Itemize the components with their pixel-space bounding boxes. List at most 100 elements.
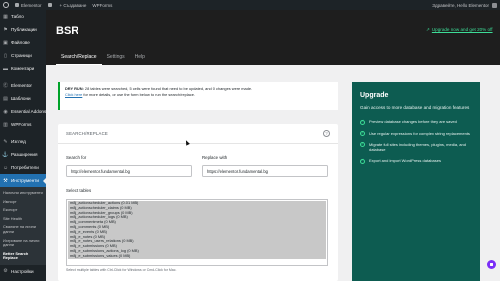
- sidebar-item[interactable]: ⚒ Инструменти: [0, 174, 46, 187]
- new-content-link[interactable]: + Създаване: [60, 3, 87, 8]
- table-option[interactable]: m8j_e_submissions_values (0 MB): [68, 253, 326, 259]
- sidebar-item[interactable]: ▯ Страници: [0, 49, 46, 62]
- sidebar-item[interactable]: ▥ WPForms: [0, 118, 46, 131]
- submenu-item[interactable]: Налични инструменти: [0, 189, 46, 198]
- tab-search-replace[interactable]: Search/Replace: [56, 50, 102, 65]
- submenu-item[interactable]: Сваляне на лични данни: [0, 223, 46, 236]
- feature-item: ✓ Use regular expressions for complex str…: [360, 131, 472, 136]
- sidebar-item[interactable]: ⚑ Публикации: [0, 23, 46, 36]
- notice-prefix: DRY RUN:: [65, 86, 84, 91]
- submenu-item[interactable]: Better Search Replace: [0, 250, 46, 263]
- account-greeting[interactable]: Здравейте, Hello Elementor: [432, 3, 489, 8]
- sidebar-item-label: Инструменти: [11, 178, 39, 183]
- avatar[interactable]: [492, 2, 497, 8]
- site-name-link[interactable]: Elementor: [15, 3, 42, 8]
- check-circle-icon: ✓: [360, 130, 365, 136]
- check-circle-icon: ✓: [360, 142, 365, 148]
- sidebar-item[interactable]: ▣ Файлове: [0, 36, 46, 49]
- wordpress-logo-icon[interactable]: [3, 2, 9, 8]
- plugin-tabs: Search/Replace Settings Help: [46, 50, 500, 65]
- folder-icon: ▤: [3, 95, 8, 102]
- sidebar-item-label: Публикации: [11, 27, 37, 32]
- chat-widget-button[interactable]: [487, 260, 496, 269]
- elementor-icon: Ⓔ: [3, 83, 9, 89]
- panel-title: SEARCH/REPLACE: [66, 131, 108, 136]
- help-icon[interactable]: ?: [323, 130, 330, 137]
- sidebar-item-label: Шаблони: [11, 96, 31, 101]
- sidebar-item[interactable]: ▦ Табло: [0, 10, 46, 23]
- select-tables-label: Select tables: [66, 188, 92, 193]
- chat-icon: [490, 263, 493, 266]
- upgrade-title: Upgrade: [360, 92, 389, 99]
- forms-icon: ▥: [3, 121, 8, 128]
- users-icon: ☺: [2, 164, 9, 171]
- sidebar-item[interactable]: ▬ Коментари: [0, 62, 46, 75]
- svg-text:BSR: BSR: [56, 25, 78, 36]
- sidebar-item-label: Разширения: [11, 152, 38, 157]
- sidebar-item[interactable]: ▤ Шаблони: [0, 92, 46, 105]
- upgrade-card: Upgrade Gain access to more database and…: [352, 82, 480, 281]
- search-for-label: Search for: [66, 155, 87, 160]
- feature-item: ✓ Migrate full sites including themes, pl…: [360, 142, 472, 152]
- replace-input[interactable]: https://elementor.fundamental.bg: [202, 165, 328, 177]
- upgrade-link[interactable]: Upgrade now and get 20% off: [426, 27, 493, 33]
- check-circle-icon: ✓: [360, 158, 365, 164]
- search-replace-panel: SEARCH/REPLACE ? Search for http://eleme…: [58, 124, 338, 281]
- sidebar-item-label: Elementor: [11, 83, 32, 88]
- feature-item: ✓ Export and import WordPress databases: [360, 158, 472, 164]
- tables-select[interactable]: m8j_actionscheduler_actions (0.01 MB) m8j…: [66, 199, 328, 266]
- tables-hint: Select multiple tables with Ctrl-Click f…: [66, 268, 177, 272]
- plugin-header: BSR Upgrade now and get 20% off: [46, 10, 500, 50]
- comment-bubble-icon: [47, 3, 52, 7]
- pin-icon: ⚑: [3, 26, 8, 33]
- settings-icon: ⚙: [3, 268, 8, 275]
- sidebar-item[interactable]: ⚙ Настройки: [0, 265, 46, 278]
- sidebar-item-label: Изглед: [11, 139, 26, 144]
- page-icon: ▯: [4, 52, 7, 59]
- tools-submenu: Налични инструменти Импорт Експорт Site Hea…: [0, 187, 46, 265]
- check-circle-icon: ✓: [360, 119, 365, 125]
- sidebar-item-label: Потребители: [11, 165, 39, 170]
- bsr-logo: BSR: [56, 25, 78, 36]
- feature-list: ✓ Preview database changes before they ar…: [360, 119, 472, 164]
- submenu-item[interactable]: Експорт: [0, 206, 46, 215]
- tab-help[interactable]: Help: [130, 50, 150, 65]
- comment-icon: ▬: [3, 65, 8, 72]
- sidebar-item-label: Табло: [11, 14, 24, 19]
- home-icon: [15, 3, 19, 7]
- feature-text: Preview database changes before they are…: [369, 119, 457, 125]
- plugin-icon: ⚓: [2, 151, 9, 158]
- site-name-text: Elementor: [21, 2, 42, 8]
- search-input[interactable]: http://elementor.fundamental.bg: [66, 165, 192, 177]
- notice-suffix: for more details, or use the form below …: [83, 92, 195, 97]
- sidebar-item[interactable]: ☺ Потребители: [0, 161, 46, 174]
- admin-sidebar: ▦ Табло ⚑ Публикации ▣ Файлове ▯ Страници ▬ Комен…: [0, 10, 46, 281]
- sidebar-item-label: WPForms: [11, 122, 32, 127]
- sidebar-item[interactable]: ✎ Изглед: [0, 135, 46, 148]
- sidebar-item[interactable]: Ⓔ Elementor: [0, 79, 46, 92]
- tab-settings[interactable]: Settings: [102, 50, 130, 65]
- notice-details-link[interactable]: Click here: [65, 92, 82, 97]
- submenu-item[interactable]: Импорт: [0, 198, 46, 207]
- sidebar-item-label: Страници: [11, 53, 32, 58]
- dry-run-notice: DRY RUN: 28 tables were searched, 5 cell…: [58, 82, 338, 110]
- wrench-icon: ⚒: [3, 177, 8, 184]
- sidebar-item[interactable]: ⚓ Разширения: [0, 148, 46, 161]
- wpforms-link[interactable]: WPForms: [92, 3, 112, 8]
- sidebar-item-label: Essential Addons: [11, 109, 46, 114]
- sidebar-item[interactable]: ◉ Essential Addons: [0, 105, 46, 118]
- panel-header: SEARCH/REPLACE ?: [58, 124, 338, 144]
- feature-text: Migrate full sites including themes, plu…: [369, 141, 466, 152]
- feature-text: Export and import WordPress databases: [369, 158, 441, 164]
- submenu-item[interactable]: Изтриване на лични данни: [0, 237, 46, 250]
- comments-counter[interactable]: [47, 3, 54, 7]
- dashboard-icon: ▦: [3, 13, 8, 20]
- sidebar-item-label: Настройки: [11, 268, 34, 274]
- media-icon: ▣: [3, 39, 8, 46]
- brush-icon: ✎: [3, 138, 8, 145]
- submenu-item[interactable]: Site Health: [0, 215, 46, 224]
- notice-text: 28 tables were searched, 5 cells were fo…: [84, 86, 253, 91]
- sidebar-item-label: Файлове: [11, 40, 30, 45]
- upgrade-description: Gain access to more database and migrati…: [360, 105, 470, 110]
- admin-bar: Elementor + Създаване WPForms Здравейте,…: [0, 0, 500, 10]
